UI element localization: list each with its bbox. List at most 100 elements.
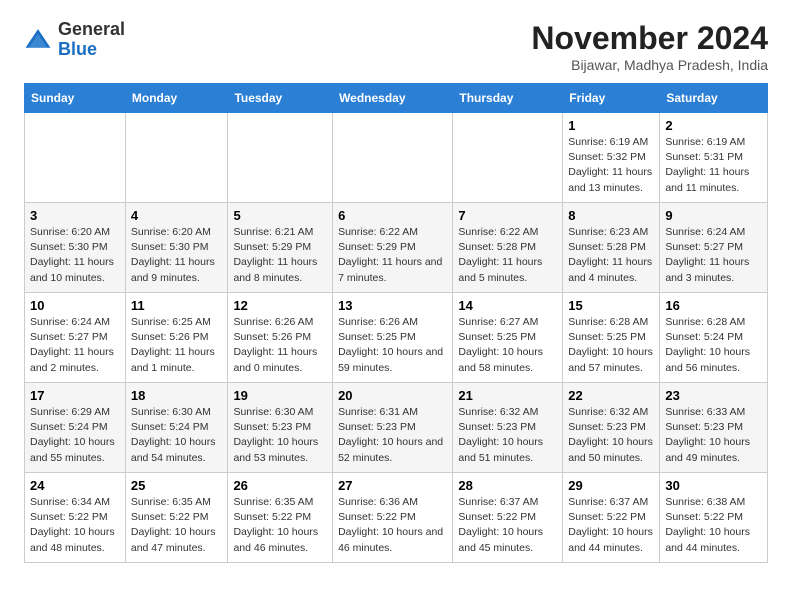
weekday-header: Friday xyxy=(563,84,660,113)
day-info: Sunrise: 6:35 AM Sunset: 5:22 PM Dayligh… xyxy=(233,495,327,556)
page-title: November 2024 xyxy=(531,20,768,57)
calendar-cell: 23 Sunrise: 6:33 AM Sunset: 5:23 PM Dayli… xyxy=(660,383,768,473)
calendar-cell: 5 Sunrise: 6:21 AM Sunset: 5:29 PM Daylig… xyxy=(228,203,333,293)
calendar-cell: 30 Sunrise: 6:38 AM Sunset: 5:22 PM Dayli… xyxy=(660,473,768,563)
calendar-cell: 25 Sunrise: 6:35 AM Sunset: 5:22 PM Dayli… xyxy=(125,473,228,563)
day-number: 6 xyxy=(338,208,447,223)
calendar-cell: 8 Sunrise: 6:23 AM Sunset: 5:28 PM Daylig… xyxy=(563,203,660,293)
day-info: Sunrise: 6:30 AM Sunset: 5:24 PM Dayligh… xyxy=(131,405,223,466)
day-info: Sunrise: 6:25 AM Sunset: 5:26 PM Dayligh… xyxy=(131,315,223,376)
logo: General Blue xyxy=(24,20,125,60)
day-number: 25 xyxy=(131,478,223,493)
calendar-cell xyxy=(453,113,563,203)
day-number: 7 xyxy=(458,208,557,223)
day-number: 15 xyxy=(568,298,654,313)
calendar-cell: 20 Sunrise: 6:31 AM Sunset: 5:23 PM Dayli… xyxy=(333,383,453,473)
calendar-cell: 22 Sunrise: 6:32 AM Sunset: 5:23 PM Dayli… xyxy=(563,383,660,473)
day-number: 30 xyxy=(665,478,762,493)
day-number: 10 xyxy=(30,298,120,313)
day-info: Sunrise: 6:32 AM Sunset: 5:23 PM Dayligh… xyxy=(458,405,557,466)
day-info: Sunrise: 6:37 AM Sunset: 5:22 PM Dayligh… xyxy=(458,495,557,556)
day-info: Sunrise: 6:35 AM Sunset: 5:22 PM Dayligh… xyxy=(131,495,223,556)
calendar-cell: 26 Sunrise: 6:35 AM Sunset: 5:22 PM Dayli… xyxy=(228,473,333,563)
day-number: 20 xyxy=(338,388,447,403)
calendar-week-row: 3 Sunrise: 6:20 AM Sunset: 5:30 PM Daylig… xyxy=(25,203,768,293)
day-number: 18 xyxy=(131,388,223,403)
calendar-cell: 9 Sunrise: 6:24 AM Sunset: 5:27 PM Daylig… xyxy=(660,203,768,293)
day-number: 5 xyxy=(233,208,327,223)
day-info: Sunrise: 6:38 AM Sunset: 5:22 PM Dayligh… xyxy=(665,495,762,556)
calendar-table: SundayMondayTuesdayWednesdayThursdayFrid… xyxy=(24,83,768,563)
day-info: Sunrise: 6:20 AM Sunset: 5:30 PM Dayligh… xyxy=(131,225,223,286)
weekday-header: Thursday xyxy=(453,84,563,113)
day-info: Sunrise: 6:33 AM Sunset: 5:23 PM Dayligh… xyxy=(665,405,762,466)
day-info: Sunrise: 6:24 AM Sunset: 5:27 PM Dayligh… xyxy=(30,315,120,376)
day-info: Sunrise: 6:29 AM Sunset: 5:24 PM Dayligh… xyxy=(30,405,120,466)
calendar-cell: 27 Sunrise: 6:36 AM Sunset: 5:22 PM Dayli… xyxy=(333,473,453,563)
calendar-cell: 15 Sunrise: 6:28 AM Sunset: 5:25 PM Dayli… xyxy=(563,293,660,383)
day-info: Sunrise: 6:28 AM Sunset: 5:25 PM Dayligh… xyxy=(568,315,654,376)
day-info: Sunrise: 6:36 AM Sunset: 5:22 PM Dayligh… xyxy=(338,495,447,556)
calendar-cell: 3 Sunrise: 6:20 AM Sunset: 5:30 PM Daylig… xyxy=(25,203,126,293)
day-number: 3 xyxy=(30,208,120,223)
day-number: 11 xyxy=(131,298,223,313)
calendar-cell xyxy=(25,113,126,203)
calendar-cell: 24 Sunrise: 6:34 AM Sunset: 5:22 PM Dayli… xyxy=(25,473,126,563)
calendar-cell: 7Sunrise: 6:22 AM Sunset: 5:28 PM Daylig… xyxy=(453,203,563,293)
calendar-week-row: 24 Sunrise: 6:34 AM Sunset: 5:22 PM Dayli… xyxy=(25,473,768,563)
calendar-cell xyxy=(228,113,333,203)
day-info: Sunrise: 6:19 AM Sunset: 5:32 PM Dayligh… xyxy=(568,135,654,196)
day-info: Sunrise: 6:32 AM Sunset: 5:23 PM Dayligh… xyxy=(568,405,654,466)
weekday-header: Saturday xyxy=(660,84,768,113)
day-info: Sunrise: 6:34 AM Sunset: 5:22 PM Dayligh… xyxy=(30,495,120,556)
calendar-cell: 14 Sunrise: 6:27 AM Sunset: 5:25 PM Dayli… xyxy=(453,293,563,383)
day-info: Sunrise: 6:26 AM Sunset: 5:26 PM Dayligh… xyxy=(233,315,327,376)
calendar-week-row: 1 Sunrise: 6:19 AM Sunset: 5:32 PM Daylig… xyxy=(25,113,768,203)
day-number: 22 xyxy=(568,388,654,403)
calendar-cell: 2Sunrise: 6:19 AM Sunset: 5:31 PM Daylig… xyxy=(660,113,768,203)
day-number: 26 xyxy=(233,478,327,493)
calendar-cell: 11 Sunrise: 6:25 AM Sunset: 5:26 PM Dayli… xyxy=(125,293,228,383)
weekday-header: Sunday xyxy=(25,84,126,113)
calendar-cell: 19Sunrise: 6:30 AM Sunset: 5:23 PM Dayli… xyxy=(228,383,333,473)
day-number: 27 xyxy=(338,478,447,493)
day-number: 14 xyxy=(458,298,557,313)
day-info: Sunrise: 6:27 AM Sunset: 5:25 PM Dayligh… xyxy=(458,315,557,376)
calendar-week-row: 10 Sunrise: 6:24 AM Sunset: 5:27 PM Dayli… xyxy=(25,293,768,383)
calendar-cell: 12Sunrise: 6:26 AM Sunset: 5:26 PM Dayli… xyxy=(228,293,333,383)
calendar-cell: 16 Sunrise: 6:28 AM Sunset: 5:24 PM Dayli… xyxy=(660,293,768,383)
day-info: Sunrise: 6:28 AM Sunset: 5:24 PM Dayligh… xyxy=(665,315,762,376)
day-number: 28 xyxy=(458,478,557,493)
day-info: Sunrise: 6:31 AM Sunset: 5:23 PM Dayligh… xyxy=(338,405,447,466)
calendar-cell: 10 Sunrise: 6:24 AM Sunset: 5:27 PM Dayli… xyxy=(25,293,126,383)
calendar-cell: 18 Sunrise: 6:30 AM Sunset: 5:24 PM Dayli… xyxy=(125,383,228,473)
weekday-header-row: SundayMondayTuesdayWednesdayThursdayFrid… xyxy=(25,84,768,113)
calendar-cell: 21Sunrise: 6:32 AM Sunset: 5:23 PM Dayli… xyxy=(453,383,563,473)
day-number: 9 xyxy=(665,208,762,223)
weekday-header: Tuesday xyxy=(228,84,333,113)
calendar-cell: 17 Sunrise: 6:29 AM Sunset: 5:24 PM Dayli… xyxy=(25,383,126,473)
page-subtitle: Bijawar, Madhya Pradesh, India xyxy=(531,57,768,73)
day-info: Sunrise: 6:20 AM Sunset: 5:30 PM Dayligh… xyxy=(30,225,120,286)
day-number: 23 xyxy=(665,388,762,403)
calendar-cell xyxy=(333,113,453,203)
day-info: Sunrise: 6:21 AM Sunset: 5:29 PM Dayligh… xyxy=(233,225,327,286)
day-number: 8 xyxy=(568,208,654,223)
day-number: 1 xyxy=(568,118,654,133)
day-info: Sunrise: 6:30 AM Sunset: 5:23 PM Dayligh… xyxy=(233,405,327,466)
day-number: 24 xyxy=(30,478,120,493)
day-number: 17 xyxy=(30,388,120,403)
logo-text: General Blue xyxy=(58,20,125,60)
day-info: Sunrise: 6:22 AM Sunset: 5:29 PM Dayligh… xyxy=(338,225,447,286)
calendar-cell: 29Sunrise: 6:37 AM Sunset: 5:22 PM Dayli… xyxy=(563,473,660,563)
calendar-cell: 4Sunrise: 6:20 AM Sunset: 5:30 PM Daylig… xyxy=(125,203,228,293)
day-info: Sunrise: 6:23 AM Sunset: 5:28 PM Dayligh… xyxy=(568,225,654,286)
day-number: 16 xyxy=(665,298,762,313)
calendar-cell: 1 Sunrise: 6:19 AM Sunset: 5:32 PM Daylig… xyxy=(563,113,660,203)
calendar-cell: 6 Sunrise: 6:22 AM Sunset: 5:29 PM Daylig… xyxy=(333,203,453,293)
calendar-cell: 13Sunrise: 6:26 AM Sunset: 5:25 PM Dayli… xyxy=(333,293,453,383)
calendar-cell: 28 Sunrise: 6:37 AM Sunset: 5:22 PM Dayli… xyxy=(453,473,563,563)
logo-icon xyxy=(24,26,52,54)
day-number: 13 xyxy=(338,298,447,313)
day-info: Sunrise: 6:24 AM Sunset: 5:27 PM Dayligh… xyxy=(665,225,762,286)
